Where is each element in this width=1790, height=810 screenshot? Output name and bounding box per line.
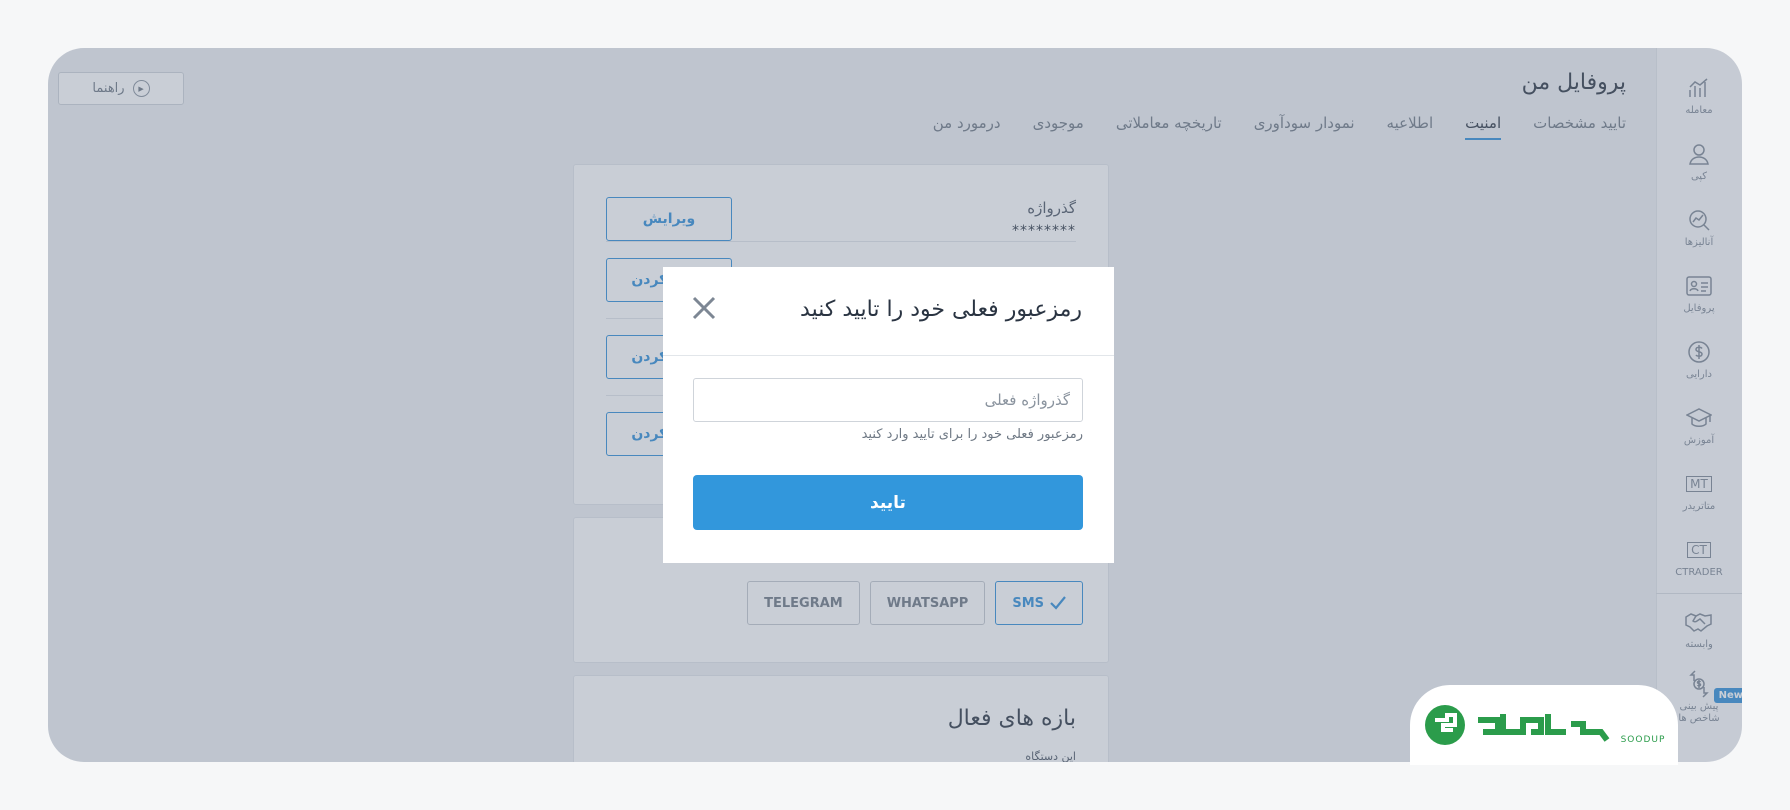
input-hint: رمزعبور فعلی خود را برای تایید وارد کنید: [861, 427, 1083, 442]
modal-divider: [663, 355, 1114, 356]
app-frame: معامله کپی آنالیزها پروفایل دارایی آموزش…: [48, 48, 1742, 762]
current-password-input[interactable]: [693, 378, 1083, 422]
confirm-button[interactable]: تایید: [693, 475, 1083, 530]
logo-mark: [1424, 705, 1609, 745]
modal-title: رمزعبور فعلی خود را تایید کنید: [800, 297, 1082, 322]
confirm-password-modal: رمزعبور فعلی خود را تایید کنید رمزعبور ف…: [663, 267, 1114, 563]
soodup-logo: SOODUP: [1410, 685, 1678, 765]
close-icon[interactable]: [689, 293, 719, 323]
logo-text: SOODUP: [1620, 735, 1666, 745]
